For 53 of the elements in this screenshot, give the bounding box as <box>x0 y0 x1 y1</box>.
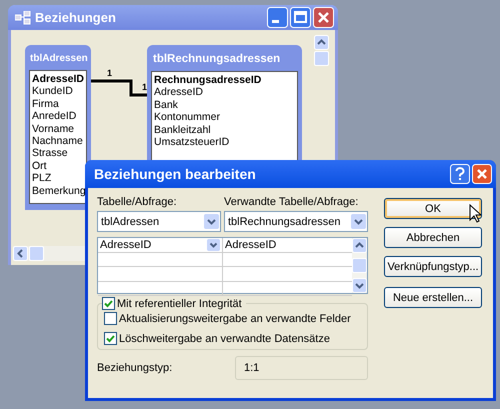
scrollbar-thumb[interactable] <box>352 258 367 273</box>
field-name[interactable]: Nachname <box>32 135 84 148</box>
window-title: Beziehungen <box>35 10 117 25</box>
dialog-button[interactable]: OK <box>384 198 482 219</box>
mouse-pointer-icon <box>469 204 481 223</box>
maximize-button[interactable] <box>290 7 311 28</box>
field-name[interactable]: Vorname <box>32 122 84 136</box>
scrollbar-thumb[interactable] <box>29 246 44 261</box>
dialog-button[interactable]: Neue erstellen... <box>384 287 482 308</box>
relation-type-value: 1:1 <box>235 356 368 380</box>
scroll-left-button[interactable] <box>13 246 28 261</box>
field-name[interactable]: Bankleitzahl <box>154 124 295 136</box>
table-card[interactable]: tblAdressen AdresseID KundeID Firma AnredeID Vorname Nachname Strasse Ort PLZ Bemerkung <box>25 45 91 210</box>
checkbox-label[interactable]: Löschweitergabe an verwandte Datensätze <box>119 332 330 344</box>
cardinality-label: 1 <box>142 82 148 92</box>
close-button[interactable] <box>472 164 492 184</box>
field-name[interactable]: RechnungsadresseID <box>154 74 295 86</box>
checkbox-label[interactable]: Mit referentieller Integrität <box>117 298 242 310</box>
cardinality-label: 1 <box>107 68 112 78</box>
scroll-down-button[interactable] <box>352 278 367 293</box>
close-button[interactable] <box>313 7 334 28</box>
dialog-button[interactable]: Abbrechen <box>384 227 482 248</box>
checkbox[interactable] <box>102 297 115 310</box>
scroll-up-button[interactable] <box>314 35 329 50</box>
field-name[interactable]: Bemerkung <box>32 184 84 198</box>
scrollbar-thumb[interactable] <box>314 51 329 66</box>
field-name[interactable]: Strasse <box>32 147 84 160</box>
field-name[interactable]: AdresseID <box>154 86 295 99</box>
field-name[interactable]: Firma <box>32 98 84 110</box>
table-cell[interactable]: AdresseID <box>98 238 223 252</box>
dialog-button[interactable]: Verknüpfungstyp... <box>384 256 482 277</box>
field-name[interactable]: Ort <box>32 160 84 172</box>
related-table-dropdown[interactable]: tblRechnungsadressen <box>224 211 368 232</box>
table-title: tblAdressen <box>29 52 87 66</box>
field-label: Beziehungstyp: <box>97 362 174 374</box>
checkbox[interactable] <box>104 332 117 345</box>
checkbox-label[interactable]: Aktualisierungsweitergabe an verwandte Felder <box>119 312 351 324</box>
help-button[interactable] <box>450 164 470 184</box>
field-name[interactable]: Bank <box>154 98 295 112</box>
field-name[interactable]: KundeID <box>32 85 84 98</box>
field-name[interactable]: PLZ <box>32 172 84 185</box>
table-title: tblRechnungsadressen <box>152 52 282 67</box>
checkbox[interactable] <box>104 312 117 325</box>
table-cell[interactable]: AdresseID <box>223 238 352 252</box>
minimize-button[interactable] <box>267 7 288 28</box>
field-name[interactable]: AnredeID <box>32 110 84 123</box>
relationship-line[interactable] <box>91 79 148 97</box>
table-dropdown[interactable]: tblAdressen <box>97 211 221 232</box>
relationships-icon <box>15 10 31 24</box>
field-name[interactable]: AdresseID <box>32 73 84 86</box>
field-name[interactable]: Kontonummer <box>154 111 295 124</box>
field-name[interactable]: UmsatzsteuerID <box>154 136 295 148</box>
scroll-up-button[interactable] <box>352 238 367 253</box>
